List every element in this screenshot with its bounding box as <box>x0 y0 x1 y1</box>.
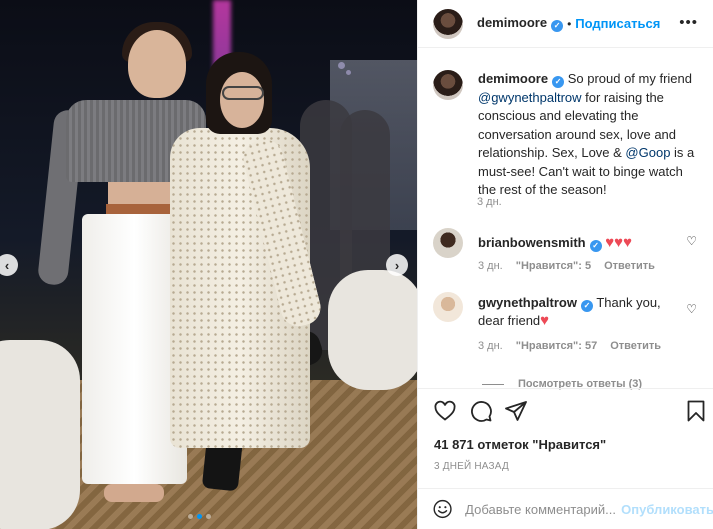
white-chair <box>0 340 80 529</box>
bookmark-icon[interactable] <box>684 399 708 423</box>
post-date[interactable]: 3 ДНЕЙ НАЗАД <box>434 461 509 472</box>
mention-link[interactable]: @gwynethpaltrow <box>478 90 582 105</box>
carousel-dot-active <box>197 514 202 519</box>
caption-text: demimoore ✓ So proud of my friend @gwynet… <box>478 70 703 200</box>
woman-right-face <box>220 72 264 128</box>
verified-badge-icon: ✓ <box>580 300 593 312</box>
caption-author[interactable]: demimoore <box>478 71 548 86</box>
reply-button[interactable]: Ответить <box>610 340 661 352</box>
comment-time[interactable]: 3 дн. <box>478 340 503 352</box>
commenter-avatar[interactable] <box>433 228 463 258</box>
heart-emoji: ♥ <box>540 312 550 329</box>
follow-button[interactable]: Подписаться <box>575 16 660 31</box>
comment-item: gwynethpaltrow ✓ Thank you, dear friend♥ … <box>433 292 703 352</box>
commenter-username[interactable]: gwynethpaltrow <box>478 295 577 310</box>
author-username[interactable]: demimoore ✓ <box>477 15 564 32</box>
comment-like-heart-icon[interactable]: ♡ <box>686 302 697 316</box>
caption-time[interactable]: 3 дн. <box>477 196 502 208</box>
carousel-prev-button[interactable]: ‹ <box>0 254 18 276</box>
carousel-dot <box>206 514 211 519</box>
post-actions: 41 871 отметок "Нравится" 3 ДНЕЙ НАЗАД <box>418 388 713 472</box>
publish-button[interactable]: Опубликовать <box>621 502 713 517</box>
comment-time[interactable]: 3 дн. <box>478 260 503 272</box>
author-username-text[interactable]: demimoore <box>477 15 547 30</box>
post-caption: demimoore ✓ So proud of my friend @gwynet… <box>433 70 703 200</box>
chevron-right-icon: › <box>394 257 400 273</box>
woman-right-glasses <box>222 86 264 100</box>
white-chair <box>328 270 417 390</box>
woman-left-face <box>128 30 186 98</box>
comment-likes[interactable]: "Нравится": 57 <box>516 340 597 352</box>
post-image[interactable]: ‹ › <box>0 0 417 529</box>
separator-dot: • <box>567 16 572 31</box>
chevron-left-icon: ‹ <box>4 257 10 273</box>
post-header: demimoore ✓ • Подписаться ••• <box>418 0 713 48</box>
comment-item: brianbowensmith ✓ ♥♥♥ ♡ 3 дн. "Нравится":… <box>433 228 703 272</box>
replies-divider <box>482 383 504 385</box>
author-avatar[interactable] <box>433 8 463 39</box>
commenter-avatar[interactable] <box>433 292 463 322</box>
comment-likes[interactable]: "Нравится": 5 <box>516 260 591 272</box>
verified-badge-icon: ✓ <box>551 20 564 32</box>
comment-text: brianbowensmith ✓ ♥♥♥ <box>478 234 678 258</box>
comment-meta: 3 дн. "Нравится": 5 Ответить <box>478 260 655 272</box>
reply-button[interactable]: Ответить <box>604 260 655 272</box>
caption-text-part: So proud of my friend <box>567 71 692 86</box>
woman-left-shoes <box>104 484 164 502</box>
comment-input[interactable] <box>465 501 616 517</box>
carousel-dot <box>188 514 193 519</box>
verified-badge-icon: ✓ <box>589 240 602 252</box>
share-icon[interactable] <box>504 399 528 423</box>
caption-author-avatar[interactable] <box>433 70 463 100</box>
carousel-indicator <box>188 514 211 519</box>
comments-section: demimoore ✓ So proud of my friend @gwynet… <box>418 48 713 390</box>
comment-icon[interactable] <box>469 399 493 423</box>
emoji-icon[interactable] <box>432 497 453 521</box>
more-options-icon[interactable]: ••• <box>679 14 698 31</box>
likes-count[interactable]: 41 871 отметок "Нравится" <box>434 437 606 452</box>
verified-badge-icon: ✓ <box>552 76 565 88</box>
heart-emoji: ♥♥♥ <box>605 234 632 251</box>
carousel-next-button[interactable]: › <box>386 254 408 276</box>
add-comment-bar: Опубликовать <box>418 488 713 529</box>
post-details-panel: demimoore ✓ • Подписаться ••• demimoore ✓ … <box>417 0 713 529</box>
action-icons <box>418 389 713 433</box>
comment-meta: 3 дн. "Нравится": 57 Ответить <box>478 340 661 352</box>
comment-like-heart-icon[interactable]: ♡ <box>686 234 697 248</box>
comment-text: gwynethpaltrow ✓ Thank you, dear friend♥ <box>478 294 678 330</box>
mention-link[interactable]: @Goop <box>625 145 670 160</box>
heart-icon[interactable] <box>433 399 457 423</box>
commenter-username[interactable]: brianbowensmith <box>478 235 586 250</box>
